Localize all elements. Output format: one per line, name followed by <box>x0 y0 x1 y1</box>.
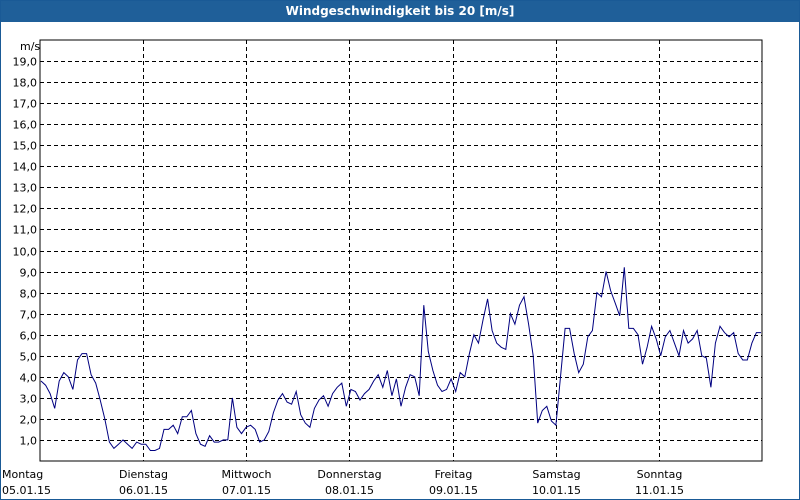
y-tick-label: 12,0 <box>13 203 38 216</box>
y-axis-label: m/s <box>20 40 40 53</box>
y-tick-label: 3,0 <box>20 393 38 406</box>
y-tick-label: 9,0 <box>20 267 38 280</box>
y-tick-label: 8,0 <box>20 288 38 301</box>
x-tick-day: Montag <box>2 468 43 481</box>
x-tick-day: Dienstag <box>119 468 168 481</box>
y-tick-label: 18,0 <box>13 77 38 90</box>
y-tick-label: 17,0 <box>13 98 38 111</box>
x-tick-date: 08.01.15 <box>325 484 374 497</box>
y-tick-label: 15,0 <box>13 140 38 153</box>
y-tick-label: 10,0 <box>13 246 38 259</box>
y-tick-label: 19,0 <box>13 56 38 69</box>
y-tick-label: 5,0 <box>20 351 38 364</box>
x-tick-date: 10.01.15 <box>532 484 581 497</box>
y-tick-label: 4,0 <box>20 372 38 385</box>
y-tick-label: 6,0 <box>20 330 38 343</box>
x-tick-date: 06.01.15 <box>119 484 168 497</box>
x-tick-date: 11.01.15 <box>635 484 684 497</box>
x-tick-day: Mittwoch <box>222 468 272 481</box>
y-tick-label: 7,0 <box>20 309 38 322</box>
x-tick-day: Sonntag <box>637 468 683 481</box>
chart: 1,0 2,0 3,0 4,0 5,0 6,0 7,0 8,0 9,0 10,0 11,0 12,0 1… <box>2 39 763 497</box>
x-tick-date: 07.01.15 <box>222 484 271 497</box>
x-tick-date: 09.01.15 <box>429 484 478 497</box>
x-axis-ticks: Montag 05.01.15 Dienstag 06.01.15 Mittwoch 07… <box>2 468 684 497</box>
x-tick-date: 05.01.15 <box>2 484 51 497</box>
y-tick-label: 16,0 <box>13 119 38 132</box>
y-axis-ticks: 1,0 2,0 3,0 4,0 5,0 6,0 7,0 8,0 9,0 10,0 11,0 12,0 1… <box>13 56 38 448</box>
x-tick-day: Freitag <box>435 468 473 481</box>
y-tick-label: 1,0 <box>20 435 38 448</box>
y-tick-label: 2,0 <box>20 414 38 427</box>
y-tick-label: 13,0 <box>13 182 38 195</box>
x-tick-day: Samstag <box>532 468 580 481</box>
x-tick-day: Donnerstag <box>317 468 381 481</box>
y-tick-label: 14,0 <box>13 161 38 174</box>
y-tick-label: 11,0 <box>13 224 38 237</box>
